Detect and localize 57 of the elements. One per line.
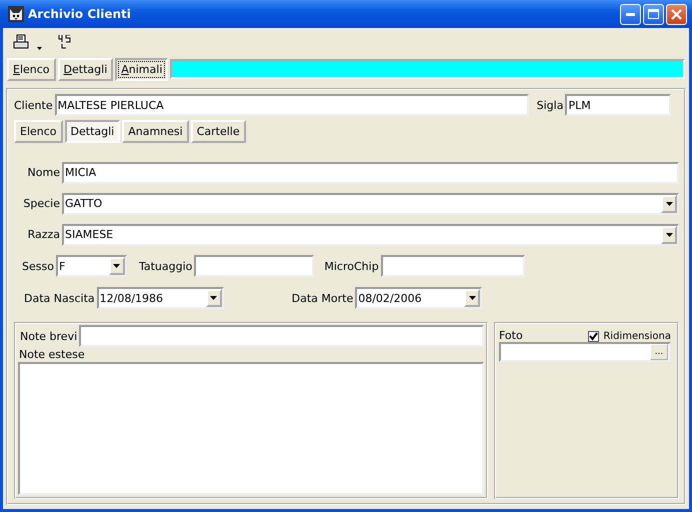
dropdown-button[interactable]	[464, 289, 480, 307]
dropdown[interactable]: F	[56, 255, 127, 277]
file-field[interactable]: ...	[499, 342, 671, 362]
field-label: Razza	[26, 228, 60, 241]
caret-icon[interactable]	[37, 46, 42, 50]
digits-icon	[58, 35, 72, 49]
tab[interactable]: Anamnesi	[122, 120, 189, 143]
caret-icon	[113, 264, 120, 268]
caret-icon	[666, 232, 672, 236]
field-label: Note brevi	[20, 330, 78, 342]
field-label: Data Morte	[292, 292, 354, 304]
input-field[interactable]	[194, 255, 314, 277]
window-title: Archivio Clienti	[28, 7, 132, 21]
close-button[interactable]	[666, 4, 687, 24]
minimize-icon	[626, 12, 635, 16]
client-field[interactable]: MALTESE PIERLUCA	[54, 94, 529, 116]
dropdown-button[interactable]	[661, 226, 677, 244]
code-field[interactable]: PLM	[565, 94, 672, 116]
caret-icon	[666, 202, 672, 206]
minimize-button[interactable]	[620, 4, 641, 24]
resize-checkbox[interactable]: Ridimensiona	[588, 331, 671, 342]
input-field[interactable]	[380, 255, 525, 277]
dropdown[interactable]: GATTO	[62, 192, 679, 214]
field-label: Data Nascita	[24, 292, 95, 304]
close-icon	[671, 8, 682, 20]
browse-button[interactable]: ...	[650, 344, 668, 360]
printer-icon	[13, 34, 29, 50]
field-label: Foto	[499, 329, 523, 342]
field-label: Tatuaggio	[138, 260, 192, 272]
tab[interactable]: Dettagli	[64, 120, 120, 143]
dropdown-button[interactable]	[661, 194, 677, 212]
tab[interactable]: Cartelle	[190, 120, 246, 143]
tab[interactable]: Animali	[115, 58, 168, 80]
field-label: MicroChip	[324, 260, 379, 272]
field-label: Note estese	[18, 348, 86, 362]
search-field[interactable]	[170, 59, 685, 79]
maximize-button[interactable]	[643, 4, 664, 24]
field-label: Sesso	[22, 260, 54, 272]
input-field[interactable]: MICIA	[62, 162, 679, 184]
tab[interactable]: Elenco	[7, 58, 56, 80]
dropdown[interactable]: 08/02/2006	[355, 287, 482, 309]
caret-icon	[210, 296, 218, 300]
field-label: Sigla	[536, 98, 564, 112]
field-label: Cliente	[14, 98, 53, 112]
tab[interactable]: Dettagli	[58, 58, 114, 80]
input-field[interactable]	[79, 325, 484, 347]
field-label: Specie	[22, 197, 60, 210]
dropdown-button[interactable]	[206, 289, 222, 307]
cat-icon	[8, 6, 24, 22]
caret-icon	[468, 296, 476, 300]
check-icon	[589, 332, 598, 341]
tab[interactable]: Elenco	[14, 120, 63, 143]
dropdown[interactable]: SIAMESE	[62, 224, 679, 246]
dropdown[interactable]: 12/08/1986	[96, 287, 224, 309]
field-label: Nome	[26, 166, 60, 179]
dropdown-button[interactable]	[108, 257, 125, 275]
maximize-icon	[648, 9, 659, 19]
